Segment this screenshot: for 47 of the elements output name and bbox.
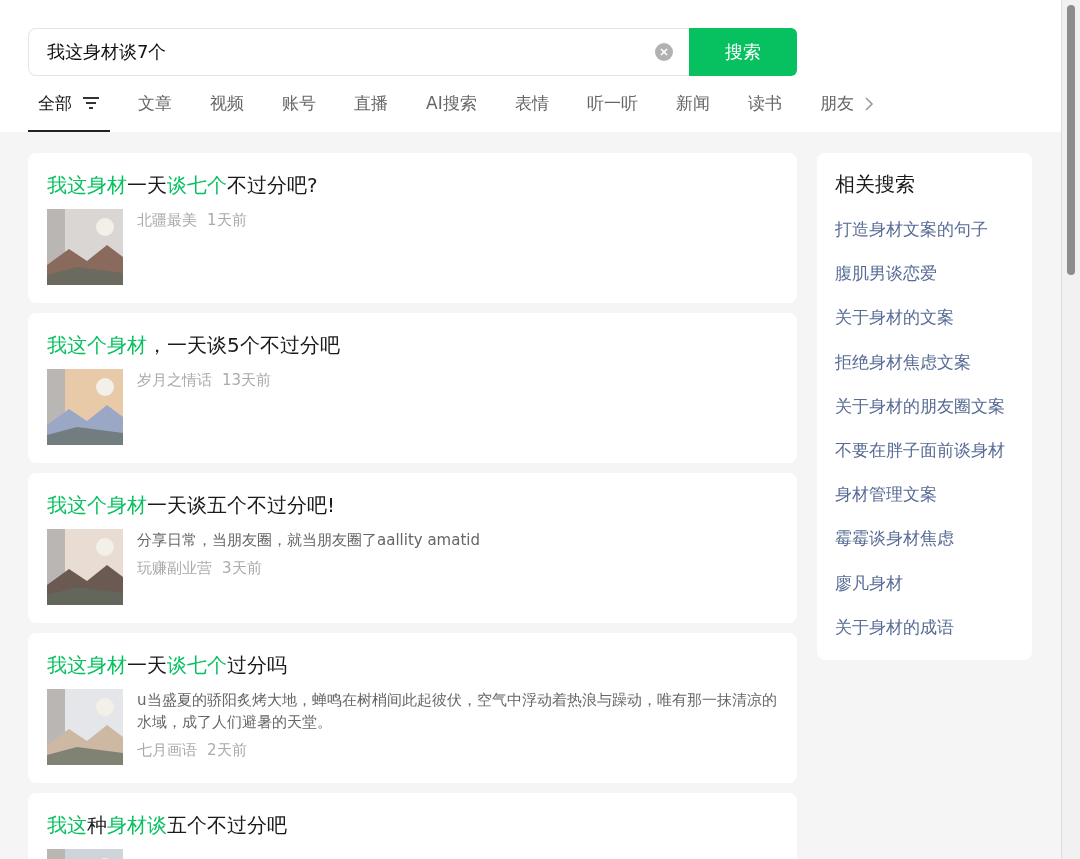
related-link[interactable]: 关于身材的朋友圈文案 xyxy=(835,384,1014,429)
source-name: 七月画语 xyxy=(137,740,197,761)
post-time: 13天前 xyxy=(222,370,272,391)
related-link[interactable]: 不要在胖子面前谈身材 xyxy=(835,429,1014,474)
source-name: 北疆最美 xyxy=(137,210,197,231)
tab[interactable]: 新闻 xyxy=(675,91,710,115)
scrollbar[interactable] xyxy=(1061,0,1080,859)
tab[interactable]: 朋友 xyxy=(819,91,854,115)
clear-icon[interactable] xyxy=(655,43,673,61)
related-link[interactable]: 关于身材的文案 xyxy=(835,296,1014,341)
post-time: 3天前 xyxy=(222,558,262,579)
search-field[interactable]: 我这身材谈7个 xyxy=(28,28,689,76)
result-card[interactable]: 我这个身材一天谈五个不过分吧! 分享日常，当朋友圈，就当朋友圈了aallity amatid 玩赚副业营 3天前 xyxy=(28,473,797,623)
tab[interactable]: 账号 xyxy=(282,91,316,115)
tab[interactable]: 文章 xyxy=(138,91,172,115)
tab[interactable]: 直播 xyxy=(354,91,388,115)
chevron-right-icon[interactable] xyxy=(863,96,874,112)
related-link[interactable]: 霉霉谈身材焦虑 xyxy=(835,517,1014,562)
related-link[interactable]: 关于身材的成语 xyxy=(835,605,1014,651)
filter-icon[interactable] xyxy=(82,96,100,110)
tab[interactable]: 全部 xyxy=(38,91,72,115)
result-card[interactable]: 我这种身材谈五个不过分吧 xyxy=(28,793,797,859)
result-summary: 分享日常，当朋友圈，就当朋友圈了aallity amatid xyxy=(137,530,480,551)
tab[interactable]: 读书 xyxy=(747,91,782,115)
result-card[interactable]: 我这身材一天谈七个过分吗 u当盛夏的骄阳炙烤大地，蝉鸣在树梢间此起彼伏，空气中浮动着热浪与躁动，唯有那一抹清凉的水域，成了人们避暑的天堂。 七月画语 2天前 xyxy=(28,633,797,783)
result-title[interactable]: 我这种身材谈五个不过分吧 xyxy=(47,811,778,839)
source-name: 岁月之情话 xyxy=(137,370,212,391)
result-title[interactable]: 我这个身材一天谈五个不过分吧! xyxy=(47,491,778,519)
post-time: 1天前 xyxy=(207,210,247,231)
result-title[interactable]: 我这个身材，一天谈5个不过分吧 xyxy=(47,331,778,359)
tab[interactable]: 视频 xyxy=(210,91,244,115)
post-time: 2天前 xyxy=(207,740,247,761)
related-link[interactable]: 拒绝身材焦虑文案 xyxy=(835,340,1014,385)
related-title: 相关搜索 xyxy=(835,171,916,198)
result-title[interactable]: 我这身材一天谈七个过分吗 xyxy=(47,651,778,679)
related-link[interactable]: 身材管理文案 xyxy=(835,473,1014,518)
source-name: 玩赚副业营 xyxy=(137,558,212,579)
related-link[interactable]: 廖凡身材 xyxy=(835,561,1014,606)
result-card[interactable]: 我这身材一天谈七个不过分吧? 北疆最美 1天前 xyxy=(28,153,797,303)
tab[interactable]: 听一听 xyxy=(586,91,638,115)
tab[interactable]: 表情 xyxy=(514,91,549,115)
tab[interactable]: AI搜索 xyxy=(426,91,477,115)
related-link[interactable]: 腹肌男谈恋爱 xyxy=(835,252,1014,297)
result-title[interactable]: 我这身材一天谈七个不过分吧? xyxy=(47,171,778,199)
result-card[interactable]: 我这个身材，一天谈5个不过分吧 岁月之情话 13天前 xyxy=(28,313,797,463)
result-summary: u当盛夏的骄阳炙烤大地，蝉鸣在树梢间此起彼伏，空气中浮动着热浪与躁动，唯有那一抹清凉的水域，成了人们避暑的天堂。 xyxy=(137,690,778,733)
related-link[interactable]: 打造身材文案的句子 xyxy=(835,208,1014,253)
